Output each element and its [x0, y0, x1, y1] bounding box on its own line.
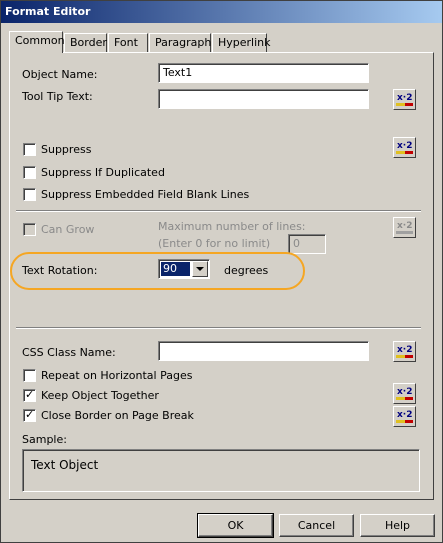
formula-x2-icon: x·2 [396, 345, 413, 358]
close-border-checkbox[interactable]: ✓ [23, 408, 36, 422]
repeat-horizontal-checkbox[interactable] [23, 369, 36, 382]
suppress-label: Suppress [41, 143, 92, 156]
formula-x2-icon: x·2 [396, 141, 413, 154]
css-class-formula-button[interactable]: x·2 [393, 341, 416, 362]
can-grow-checkbox[interactable] [23, 223, 36, 236]
max-lines-field[interactable]: 0 [288, 234, 326, 254]
tab-font[interactable]: Font [108, 33, 148, 52]
cancel-button[interactable]: Cancel [279, 514, 354, 537]
ok-button[interactable]: OK [197, 513, 274, 538]
text-rotation-unit: degrees [224, 264, 269, 277]
css-class-label: CSS Class Name: [22, 346, 116, 359]
repeat-horizontal-label: Repeat on Horizontal Pages [41, 369, 193, 382]
svg-text:x·2: x·2 [397, 410, 413, 420]
tooltip-label: Tool Tip Text: [22, 90, 93, 103]
css-class-field[interactable] [158, 341, 369, 361]
suppress-formula-button[interactable]: x·2 [393, 137, 416, 158]
tab-border[interactable]: Border [64, 33, 107, 52]
check-icon: ✓ [25, 388, 35, 401]
sample-label: Sample: [22, 433, 67, 446]
keep-together-label: Keep Object Together [41, 389, 159, 402]
tab-hyperlink[interactable]: Hyperlink [212, 33, 271, 52]
formula-x2-icon: x·2 [396, 410, 413, 423]
svg-text:x·2: x·2 [397, 221, 413, 231]
formula-x2-icon: x·2 [396, 387, 413, 400]
window-title: Format Editor [5, 5, 91, 18]
close-border-label: Close Border on Page Break [41, 409, 194, 422]
suppress-if-duplicated-checkbox[interactable] [23, 166, 36, 179]
keep-together-formula-button[interactable]: x·2 [393, 383, 416, 404]
object-name-label: Object Name: [22, 68, 98, 81]
help-button[interactable]: Help [360, 514, 435, 537]
sample-preview-box: Text Object [22, 449, 420, 492]
suppress-if-duplicated-label: Suppress If Duplicated [41, 166, 165, 179]
tab-common[interactable]: Common [9, 31, 65, 53]
object-name-field[interactable]: Text1 [158, 63, 369, 83]
max-lines-hint: (Enter 0 for no limit) [158, 237, 271, 250]
separator-2 [16, 327, 421, 329]
can-grow-label: Can Grow [41, 223, 95, 236]
formula-x2-icon: x·2 [396, 221, 413, 234]
check-icon: ✓ [25, 408, 35, 421]
title-bar[interactable]: Format Editor [1, 1, 442, 23]
chevron-down-icon[interactable] [192, 261, 208, 277]
suppress-blank-lines-checkbox[interactable] [23, 188, 36, 201]
svg-text:x·2: x·2 [397, 141, 413, 151]
can-grow-formula-button[interactable]: x·2 [393, 217, 416, 238]
suppress-checkbox[interactable] [23, 143, 36, 156]
suppress-blank-lines-label: Suppress Embedded Field Blank Lines [41, 188, 250, 201]
close-border-formula-button[interactable]: x·2 [393, 406, 416, 427]
separator-1 [16, 210, 421, 212]
svg-text:x·2: x·2 [397, 345, 413, 355]
format-editor-dialog: Format Editor Common Border Font Paragra… [0, 0, 443, 543]
svg-text:x·2: x·2 [397, 387, 413, 397]
sample-text: Text Object [31, 458, 99, 472]
formula-x2-icon: x·2 [396, 93, 413, 106]
tooltip-field[interactable] [158, 89, 369, 109]
keep-together-checkbox[interactable]: ✓ [23, 388, 36, 402]
text-rotation-value: 90 [161, 262, 190, 276]
text-rotation-label: Text Rotation: [22, 264, 98, 277]
text-rotation-select[interactable]: 90 [158, 259, 210, 279]
svg-text:x·2: x·2 [397, 93, 413, 103]
tab-paragraph[interactable]: Paragraph [149, 33, 211, 52]
max-lines-label: Maximum number of lines: [158, 220, 306, 233]
tooltip-formula-button[interactable]: x·2 [393, 89, 416, 110]
